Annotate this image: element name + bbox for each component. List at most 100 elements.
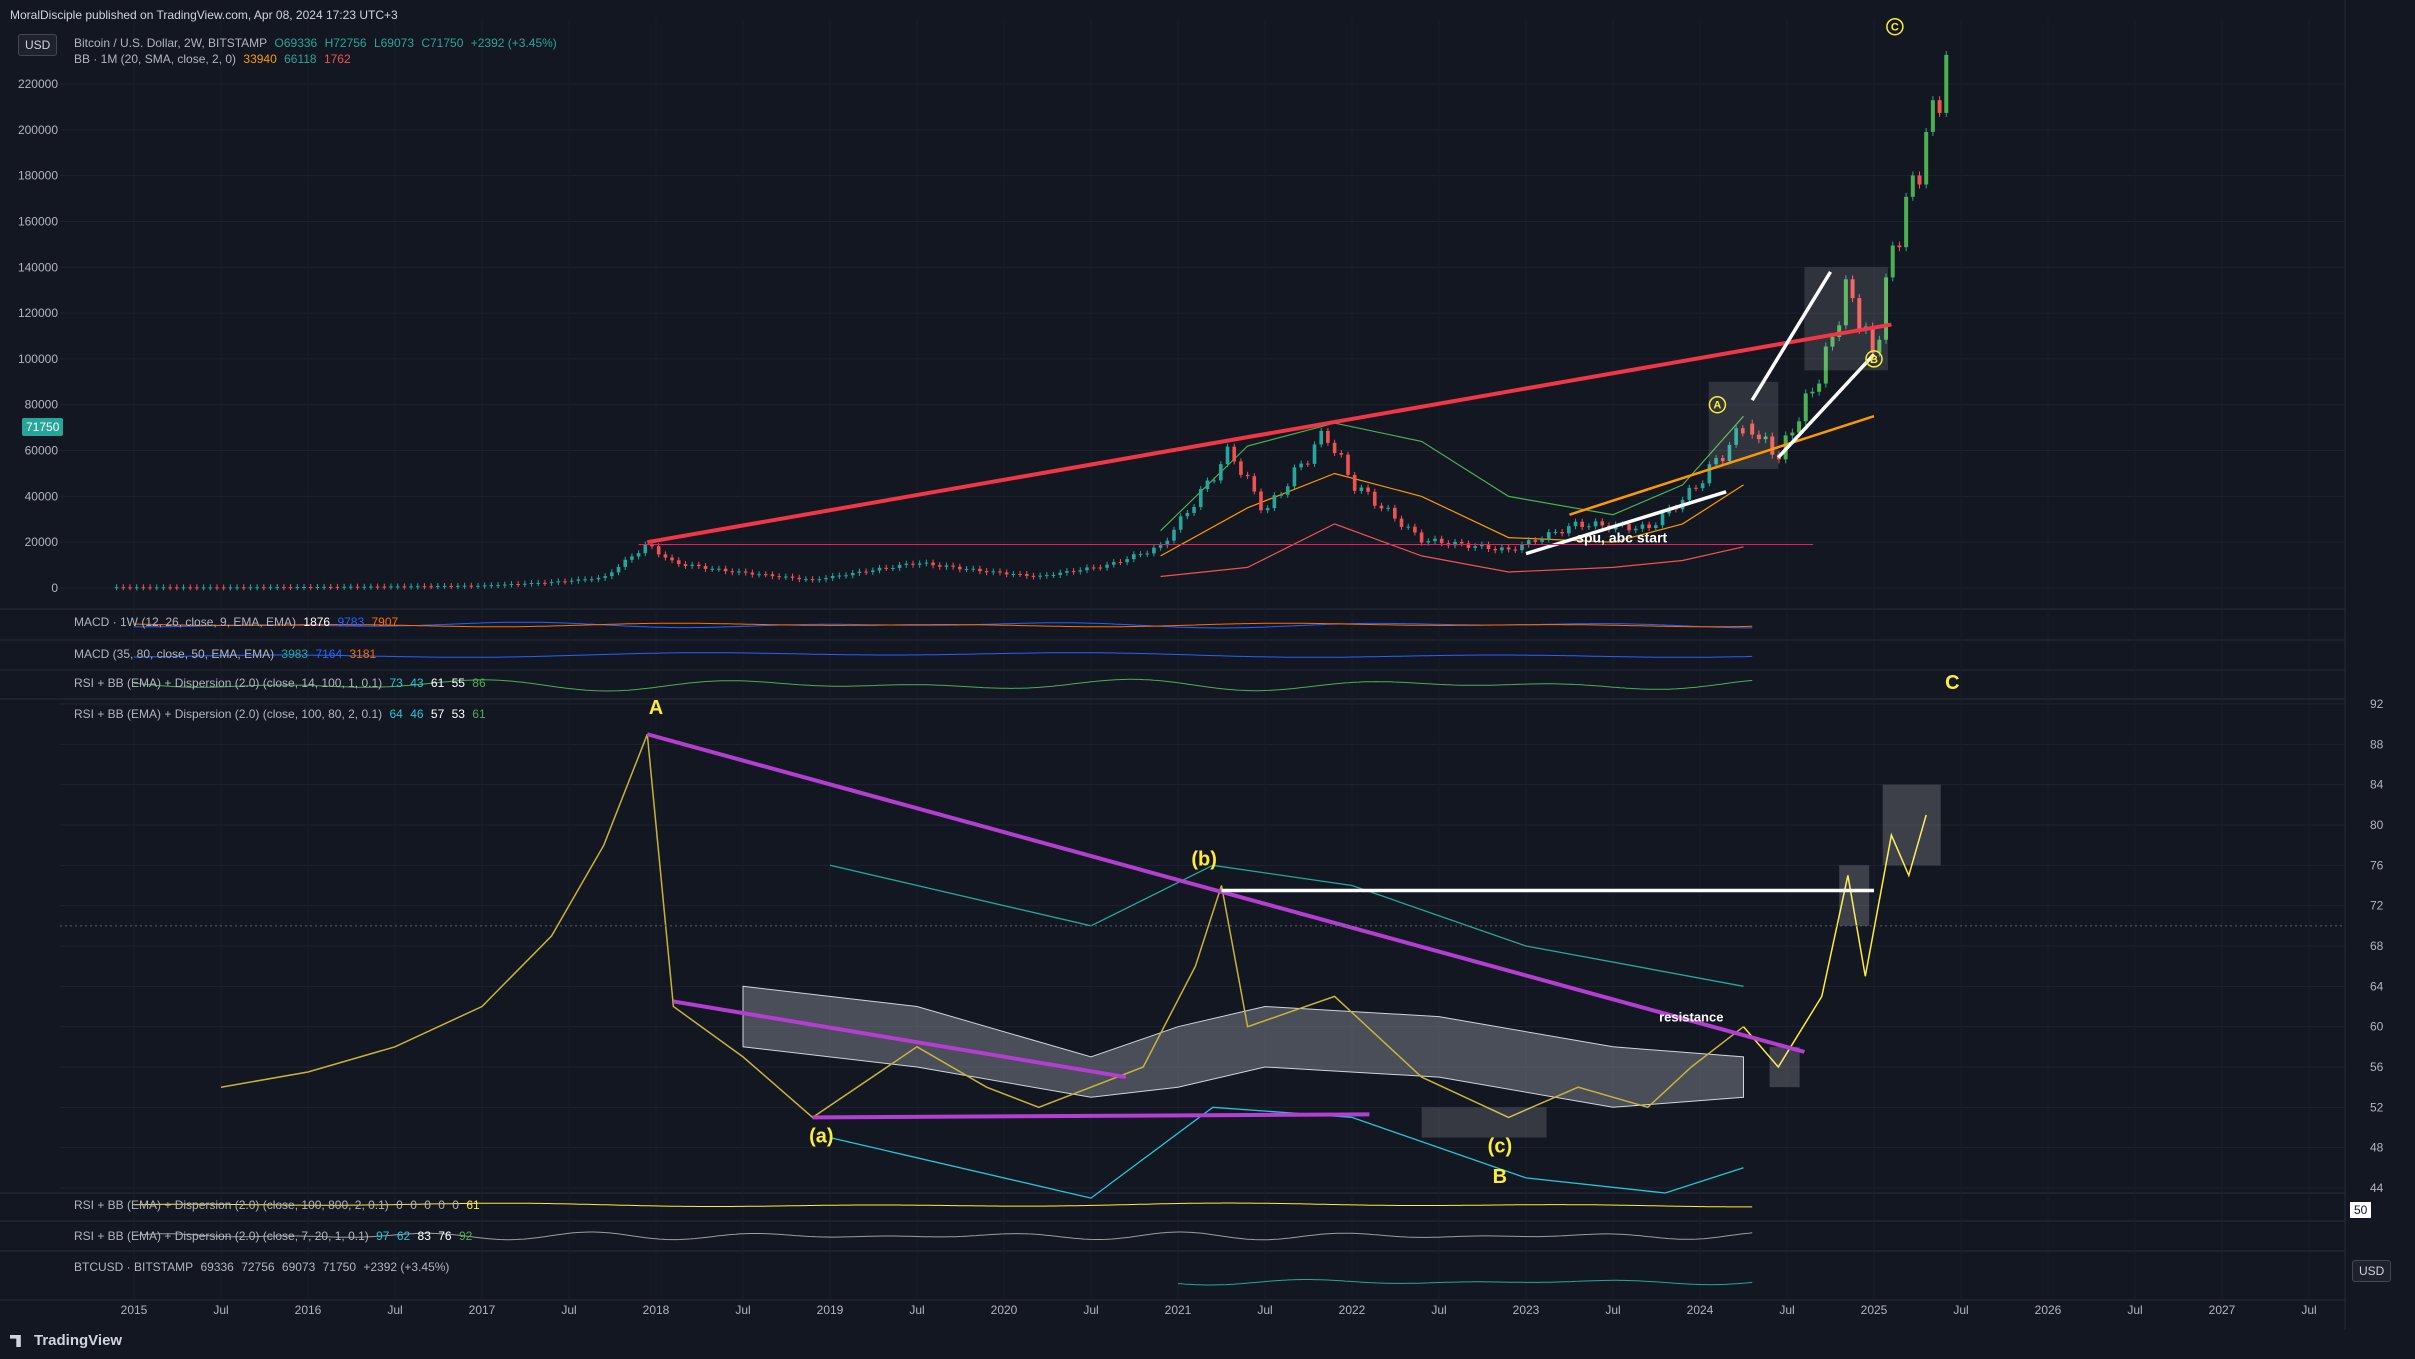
bb-value-3: 1762: [323, 52, 351, 66]
candle-body: [195, 587, 199, 589]
candle-body: [770, 574, 775, 577]
rsi4-value: 97: [376, 1229, 390, 1243]
candle-body: [241, 587, 246, 589]
price-tick-label: 160000: [18, 214, 58, 228]
macd2-label: MACD (35, 80, close, 50, EMA, EMA): [74, 647, 275, 661]
time-tick-label: Jul: [1953, 1303, 1968, 1317]
candle-body: [1419, 532, 1424, 543]
candle-body: [1111, 562, 1116, 565]
candle-body: [1459, 541, 1464, 544]
candle-body: [971, 568, 976, 570]
candle-body: [978, 568, 982, 572]
candle-body: [569, 580, 574, 582]
price-tick-label: 180000: [18, 169, 58, 183]
candle-body: [409, 586, 413, 588]
candle-body: [422, 586, 427, 588]
candle-body: [1647, 524, 1651, 528]
low-value: L69073: [373, 36, 414, 50]
candle-body: [891, 567, 895, 569]
rsi3-value: 0: [438, 1198, 445, 1212]
candle-body: [703, 566, 708, 569]
time-tick-label: 2018: [643, 1303, 670, 1317]
candle-body: [342, 586, 346, 588]
candle-body: [991, 571, 996, 573]
btc-label: BTCUSD · BITSTAMP: [74, 1260, 194, 1274]
candle-body: [871, 570, 875, 573]
candle-body: [1265, 508, 1270, 511]
time-tick-label: 2026: [2035, 1303, 2062, 1317]
candle-body: [1058, 572, 1063, 575]
candle-body: [563, 581, 567, 583]
wave-marker-label: C: [1891, 22, 1899, 34]
rsi4-value: 92: [458, 1229, 473, 1243]
rsi4-legend: RSI + BB (EMA) + Dispersion (2.0) (close…: [74, 1229, 476, 1243]
change-value: +2392 (+3.45%): [470, 36, 557, 50]
candle-body: [603, 576, 607, 578]
time-tick-label: Jul: [1605, 1303, 1620, 1317]
rsi3-legend: RSI + BB (EMA) + Dispersion (2.0) (close…: [74, 1198, 484, 1212]
candle-body: [349, 586, 353, 588]
candle-body: [1225, 446, 1230, 465]
candle-body: [663, 554, 668, 558]
candle-body: [1078, 570, 1083, 572]
rsi-tick-label: 76: [2370, 858, 2384, 872]
candle-body: [429, 586, 433, 588]
candle-body: [623, 559, 628, 567]
candle-body: [482, 585, 487, 587]
tradingview-logo[interactable]: TradingView: [10, 1332, 122, 1349]
candle-body: [1372, 491, 1377, 506]
candle-body: [958, 566, 962, 570]
rsi-projection-box: [1839, 865, 1870, 926]
candle-body: [616, 566, 621, 573]
btc-value: 72756: [241, 1260, 275, 1274]
time-tick-label: 2015: [121, 1303, 148, 1317]
candle-body: [469, 585, 474, 587]
time-tick-label: Jul: [2127, 1303, 2142, 1317]
time-tick-label: Jul: [909, 1303, 924, 1317]
candle-body: [1306, 463, 1310, 465]
candle-body: [750, 572, 755, 575]
candle-body: [1105, 564, 1109, 568]
candle-body: [1700, 483, 1705, 489]
candle-body: [208, 587, 213, 589]
candle-body: [1473, 546, 1477, 548]
currency-button-right[interactable]: USD: [2352, 1260, 2392, 1282]
candle-body: [335, 586, 340, 588]
candle-body: [449, 585, 454, 587]
candle-body: [436, 586, 440, 588]
rsi2-value: 53: [451, 707, 465, 721]
macd2-value-3: 3181: [349, 647, 377, 661]
price-tick-label: 80000: [25, 398, 59, 412]
candle-body: [1506, 547, 1511, 550]
rsi1-label: RSI + BB (EMA) + Dispersion (2.0) (close…: [74, 676, 383, 690]
candle-body: [201, 587, 206, 589]
candle-body: [529, 583, 534, 585]
candle-body: [1546, 532, 1551, 540]
candle-body: [516, 584, 520, 586]
rsi2-value: 46: [410, 707, 424, 721]
candle-body: [830, 576, 835, 579]
candle-body: [355, 586, 360, 588]
candle-body: [1158, 545, 1163, 548]
candle-body: [415, 586, 420, 588]
candle-body: [1192, 507, 1196, 513]
currency-button[interactable]: USD: [18, 34, 58, 56]
candle-body: [248, 587, 253, 589]
rsi-tick-label: 80: [2370, 818, 2384, 832]
candle-body: [1239, 461, 1243, 475]
candle-body: [777, 576, 781, 578]
rsi-annotation: C: [1945, 672, 1959, 694]
candle-body: [476, 585, 480, 587]
candle-body: [1299, 463, 1303, 468]
candle-body: [509, 584, 514, 586]
candle-body: [897, 564, 902, 568]
rsi1-value: 55: [451, 676, 465, 690]
candle-body: [797, 577, 802, 580]
candle-body: [1560, 531, 1564, 534]
candle-body: [1152, 547, 1156, 554]
price-tick-label: 60000: [25, 444, 59, 458]
projection-candle-body: [1817, 383, 1822, 392]
wave-marker-label: A: [1713, 400, 1721, 412]
time-tick-label: Jul: [1083, 1303, 1098, 1317]
candle-body: [154, 587, 159, 589]
